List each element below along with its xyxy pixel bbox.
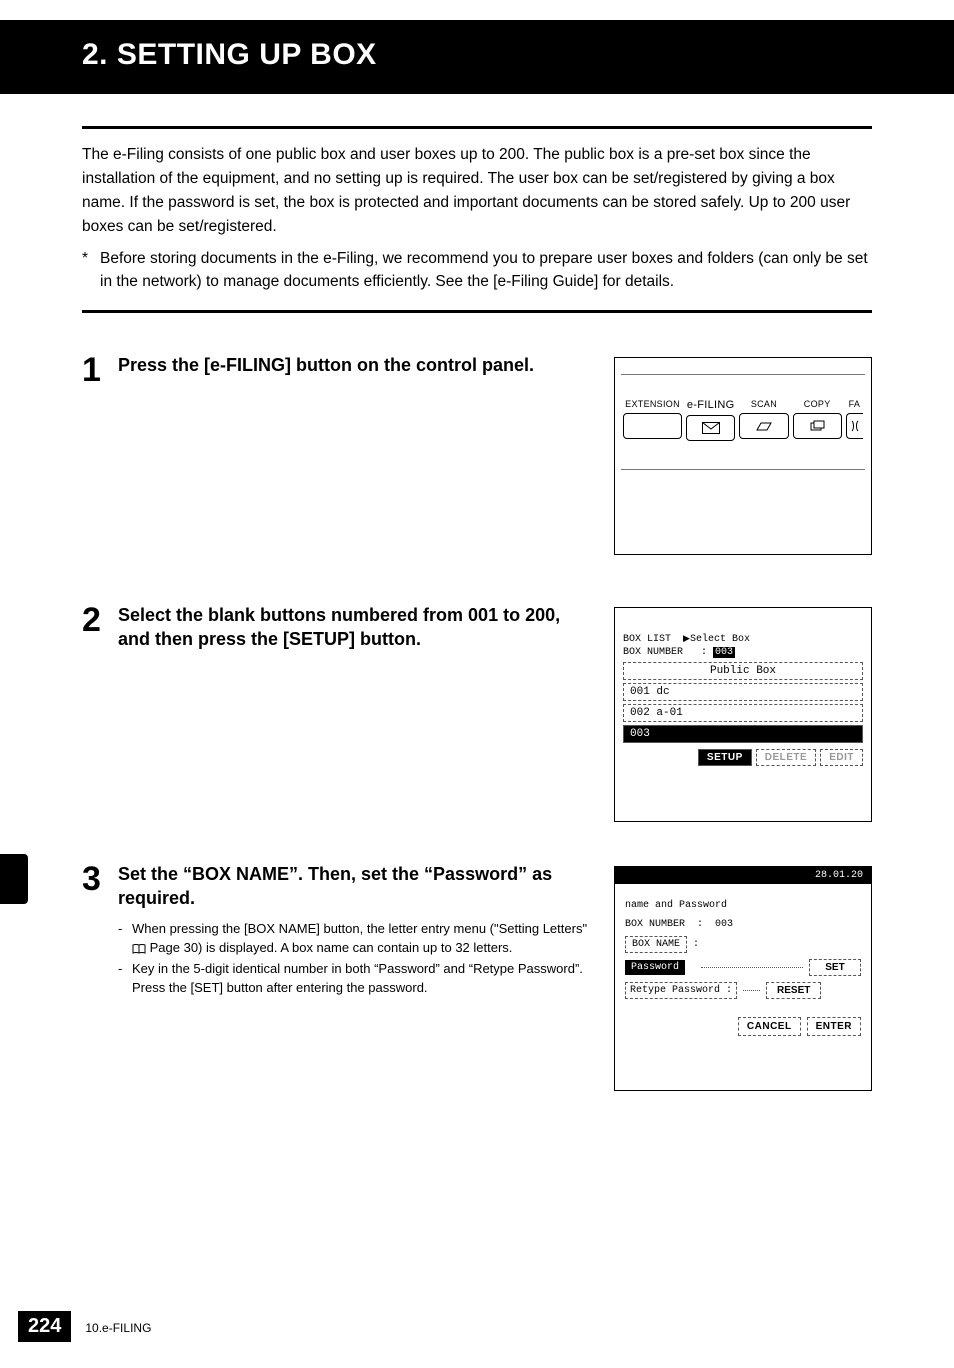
- rule-top: [82, 126, 872, 129]
- password-label: Password: [625, 960, 685, 975]
- enter-button[interactable]: ENTER: [807, 1017, 861, 1036]
- list-item[interactable]: 001 dc: [623, 683, 863, 701]
- footnote-text: Before storing documents in the e-Filing…: [100, 247, 872, 294]
- fax-icon: [850, 420, 860, 432]
- set-button[interactable]: SET: [809, 959, 861, 976]
- box-number-row: BOX NUMBER : 003: [623, 647, 863, 658]
- box-name-button[interactable]: BOX NAME: [625, 936, 687, 953]
- panel-button-extension[interactable]: [623, 413, 682, 439]
- section-label: 10.e-FILING: [85, 1321, 151, 1335]
- figure-control-panel: EXTENSION e-FILING SCAN: [614, 357, 872, 555]
- sub-item: - Key in the 5-digit identical number in…: [118, 960, 596, 998]
- list-item-public[interactable]: Public Box: [623, 662, 863, 680]
- figure-box-list: BOX LIST ▶Select Box BOX NUMBER : 003 Pu…: [614, 607, 872, 822]
- panel-button-efiling[interactable]: [686, 415, 735, 441]
- screen-date: 28.01.20: [615, 867, 871, 884]
- list-item[interactable]: 002 a-01: [623, 704, 863, 722]
- edit-button[interactable]: EDIT: [820, 749, 863, 766]
- panel-label-fax: FA: [846, 399, 863, 409]
- retype-password-field[interactable]: Retype Password :: [625, 982, 737, 999]
- footnote: * Before storing documents in the e-Fili…: [82, 247, 872, 294]
- figure-password: 28.01.20 name and Password BOX NUMBER : …: [614, 866, 872, 1091]
- side-tab: [0, 854, 28, 904]
- envelope-icon: [702, 422, 720, 434]
- footnote-star: *: [82, 247, 100, 294]
- step-2: 2 Select the blank buttons numbered from…: [82, 603, 872, 822]
- step-number: 2: [82, 603, 118, 637]
- setup-button[interactable]: SETUP: [698, 749, 752, 766]
- step-title: Select the blank buttons numbered from 0…: [118, 603, 596, 652]
- page-number: 224: [18, 1311, 71, 1342]
- screen-title: name and Password: [625, 900, 861, 911]
- page-footer: 224 10.e-FILING: [18, 1311, 151, 1342]
- rule-bottom: [82, 310, 872, 313]
- book-icon: [132, 944, 146, 954]
- scan-icon: [755, 420, 773, 432]
- list-item-selected[interactable]: 003: [623, 725, 863, 743]
- sub-item: - When pressing the [BOX NAME] button, t…: [118, 920, 596, 958]
- step-1: 1 Press the [e-FILING] button on the con…: [82, 353, 872, 563]
- panel-label-copy: COPY: [793, 399, 842, 409]
- panel-label-extension: EXTENSION: [623, 399, 682, 409]
- panel-button-fax[interactable]: [846, 413, 863, 439]
- chapter-title-bar: 2. SETTING UP BOX: [0, 20, 954, 94]
- panel-label-scan: SCAN: [739, 399, 788, 409]
- cancel-button[interactable]: CANCEL: [738, 1017, 801, 1036]
- step-number: 3: [82, 862, 118, 896]
- box-number-row: BOX NUMBER : 003: [625, 919, 861, 930]
- screen-header: BOX LIST ▶Select Box: [623, 634, 863, 645]
- step-number: 1: [82, 353, 118, 387]
- intro-paragraph: The e-Filing consists of one public box …: [82, 143, 872, 239]
- reset-button[interactable]: RESET: [766, 982, 821, 999]
- step-3: 3 Set the “BOX NAME”. Then, set the “Pas…: [82, 862, 872, 1091]
- panel-button-copy[interactable]: [793, 413, 842, 439]
- step-title: Press the [e-FILING] button on the contr…: [118, 353, 596, 377]
- copy-icon: [808, 420, 826, 432]
- delete-button[interactable]: DELETE: [756, 749, 816, 766]
- panel-button-scan[interactable]: [739, 413, 788, 439]
- step-title: Set the “BOX NAME”. Then, set the “Passw…: [118, 862, 596, 911]
- chapter-title: 2. SETTING UP BOX: [82, 38, 954, 72]
- panel-label-efiling: e-FILING: [686, 399, 735, 411]
